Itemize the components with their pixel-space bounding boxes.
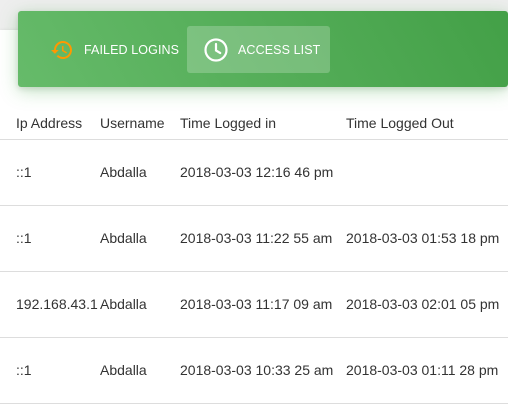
table-row: ::1 Abdalla 2018-03-03 11:22 55 am 2018-…: [0, 205, 508, 272]
ip-address-cell: ::1: [0, 337, 100, 404]
column-header-time-logged-in: Time Logged in: [180, 108, 346, 140]
time-logged-in-cell: 2018-03-03 11:17 09 am: [180, 271, 346, 338]
time-logged-out-cell: 2018-03-03 01:11 28 pm: [346, 337, 508, 404]
username-cell: Abdalla: [100, 271, 180, 338]
time-logged-in-cell: 2018-03-03 11:22 55 am: [180, 205, 346, 272]
time-logged-out-cell: [346, 139, 508, 206]
tab-access-list-label: ACCESS LIST: [238, 42, 321, 57]
tab-failed-logins-label: FAILED LOGINS: [84, 42, 180, 57]
table-header-row: Ip Address Username Time Logged in Time …: [0, 108, 508, 140]
access-list-table: Ip Address Username Time Logged in Time …: [0, 108, 508, 404]
username-cell: Abdalla: [100, 205, 180, 272]
ip-address-cell: ::1: [0, 139, 100, 206]
time-logged-in-cell: 2018-03-03 10:33 25 am: [180, 337, 346, 404]
table-row: ::1 Abdalla 2018-03-03 12:16 46 pm: [0, 139, 508, 206]
time-logged-out-cell: 2018-03-03 02:01 05 pm: [346, 271, 508, 338]
history-icon: [50, 38, 74, 62]
time-logged-out-cell: 2018-03-03 01:53 18 pm: [346, 205, 508, 272]
ip-address-cell: 192.168.43.1: [0, 271, 100, 338]
tab-failed-logins[interactable]: FAILED LOGINS: [38, 26, 188, 73]
column-header-time-logged-out: Time Logged Out: [346, 108, 508, 140]
table-row: 192.168.43.1 Abdalla 2018-03-03 11:17 09…: [0, 271, 508, 338]
column-header-ip-address: Ip Address: [0, 108, 100, 140]
username-cell: Abdalla: [100, 139, 180, 206]
time-logged-in-cell: 2018-03-03 12:16 46 pm: [180, 139, 346, 206]
tab-access-list[interactable]: ACCESS LIST: [187, 26, 330, 73]
card-header-tabs: FAILED LOGINS ACCESS LIST: [18, 11, 508, 87]
ip-address-cell: ::1: [0, 205, 100, 272]
column-header-username: Username: [100, 108, 180, 140]
username-cell: Abdalla: [100, 337, 180, 404]
clock-icon: [203, 37, 229, 63]
table-row: ::1 Abdalla 2018-03-03 10:33 25 am 2018-…: [0, 337, 508, 404]
